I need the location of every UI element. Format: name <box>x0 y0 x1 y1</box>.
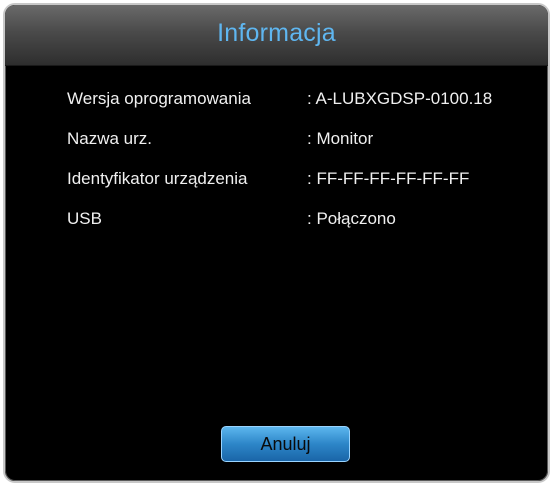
info-label: Nazwa urz. <box>67 129 153 148</box>
info-row-usb: USB : Połączono <box>67 203 527 243</box>
info-value: : Połączono <box>307 209 396 228</box>
information-dialog: Informacja Wersja oprogramowania : A-LUB… <box>3 3 550 483</box>
dialog-title: Informacja <box>217 19 336 47</box>
cancel-button[interactable]: Anuluj <box>221 426 350 462</box>
info-row-device-id: Identyfikator urządzenia : FF-FF-FF-FF-F… <box>67 163 527 203</box>
info-row-device-name: Nazwa urz. : Monitor <box>67 123 527 163</box>
info-label: Wersja oprogramowania <box>67 89 251 108</box>
info-value: : FF-FF-FF-FF-FF-FF <box>307 169 470 188</box>
dialog-frame <box>5 5 548 481</box>
info-row-software-version: Wersja oprogramowania : A-LUBXGDSP-0100.… <box>67 83 527 123</box>
info-label: USB <box>67 209 102 228</box>
dialog-title-bar: Informacja <box>5 5 548 66</box>
info-list: Wersja oprogramowania : A-LUBXGDSP-0100.… <box>67 83 527 243</box>
info-value: : Monitor <box>307 129 374 148</box>
info-value: : A-LUBXGDSP-0100.18 <box>307 89 493 108</box>
info-label: Identyfikator urządzenia <box>67 169 248 188</box>
